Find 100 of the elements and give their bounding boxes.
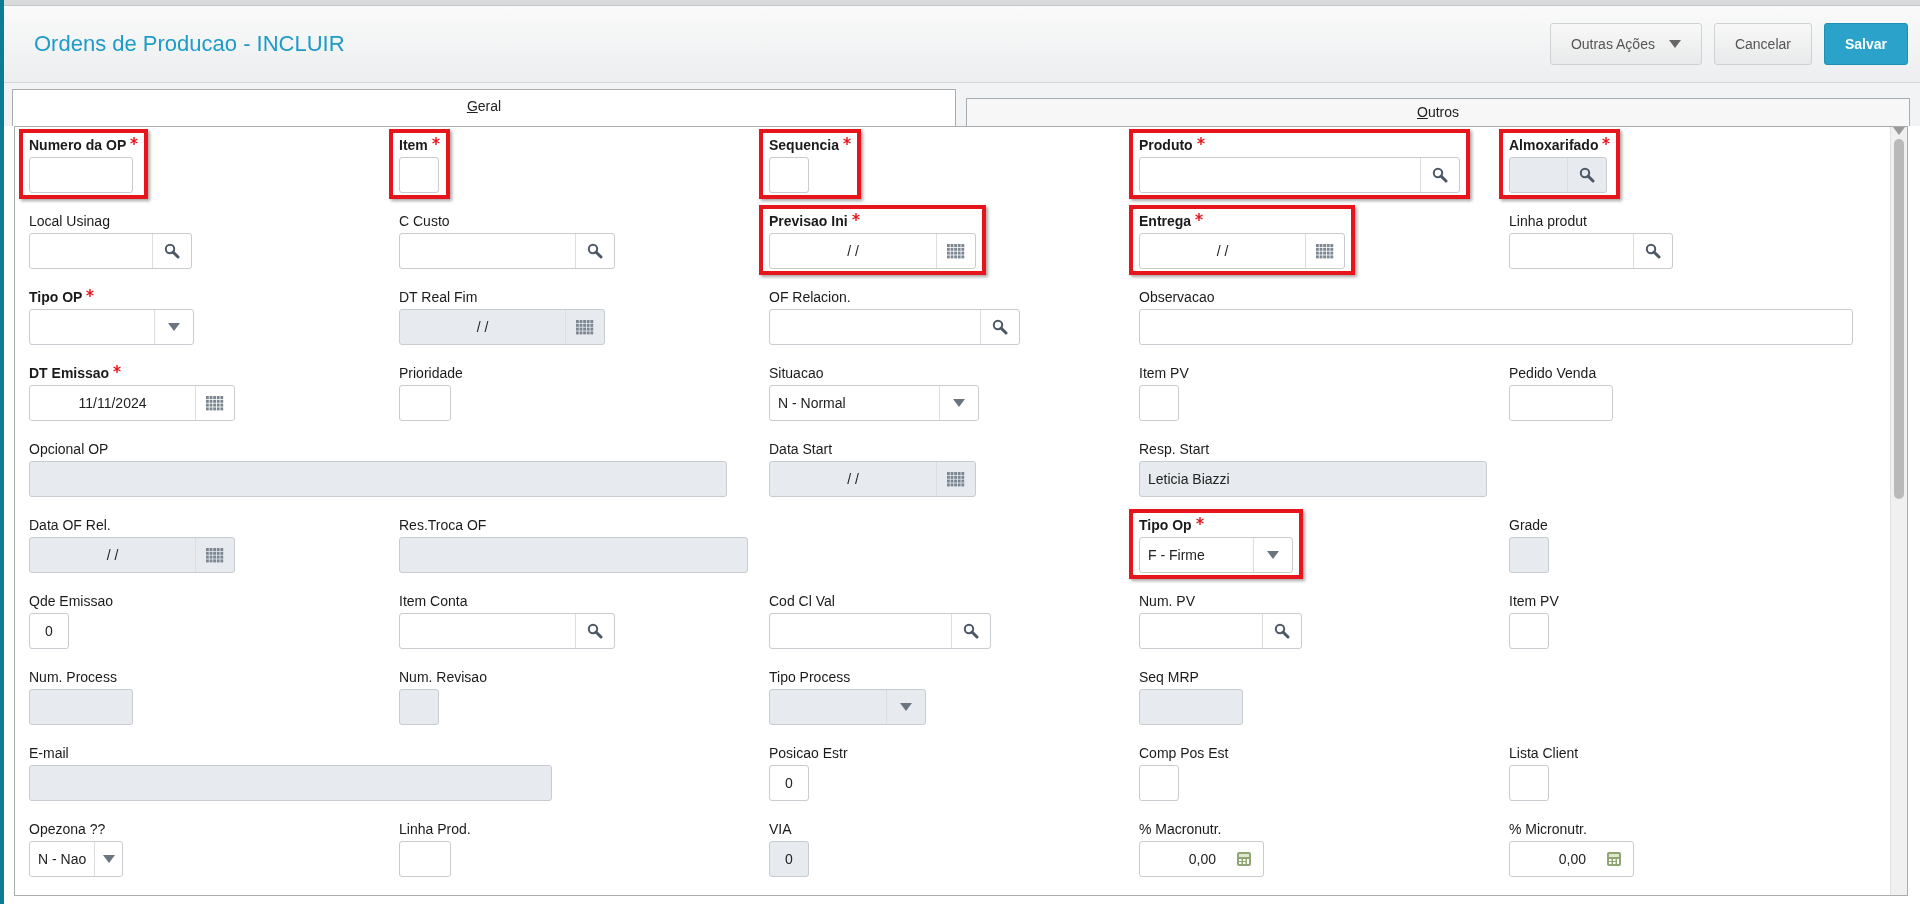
more-actions-button[interactable]: Outras Ações bbox=[1549, 23, 1702, 65]
required-mark-icon bbox=[1195, 213, 1204, 221]
search-icon[interactable] bbox=[164, 243, 180, 259]
calculator-icon[interactable] bbox=[1236, 851, 1252, 867]
search-icon[interactable] bbox=[1274, 623, 1290, 639]
calendar-icon[interactable] bbox=[1316, 243, 1334, 259]
cancel-button[interactable]: Cancelar bbox=[1713, 23, 1812, 65]
field-label: Cod Cl Val bbox=[769, 593, 836, 609]
field-label: Num. Process bbox=[29, 669, 118, 685]
field-label: Produto bbox=[1139, 137, 1460, 153]
search-icon[interactable] bbox=[992, 319, 1008, 335]
required-mark-icon bbox=[1195, 517, 1204, 525]
date-field[interactable]: 11/11/2024 bbox=[29, 385, 235, 421]
search-icon[interactable] bbox=[587, 623, 603, 639]
dropdown-field[interactable] bbox=[29, 309, 194, 345]
input-field[interactable]: 0 bbox=[29, 613, 69, 649]
field-label: Opcional OP bbox=[29, 441, 110, 457]
input-field[interactable] bbox=[1139, 385, 1179, 421]
field-label: Item PV bbox=[1139, 365, 1189, 381]
lookup-field[interactable] bbox=[399, 233, 615, 269]
field-label: Qde Emissao bbox=[29, 593, 114, 609]
calculator-icon[interactable] bbox=[1606, 851, 1622, 867]
caret-icon[interactable] bbox=[168, 323, 180, 331]
field-label: % Macronutr. bbox=[1139, 821, 1223, 837]
field-label: VIA bbox=[769, 821, 793, 837]
dropdown-field[interactable]: N - Nao bbox=[29, 841, 123, 877]
field-label: Grade bbox=[1509, 517, 1549, 533]
required-mark-icon bbox=[851, 213, 860, 221]
field-label: Comp Pos Est bbox=[1139, 745, 1229, 761]
field-label: % Micronutr. bbox=[1509, 821, 1588, 837]
input-field[interactable] bbox=[1139, 309, 1853, 345]
lookup-field[interactable] bbox=[769, 309, 1020, 345]
search-icon[interactable] bbox=[1432, 167, 1448, 183]
field-label: Seq MRP bbox=[1139, 669, 1200, 685]
search-icon[interactable] bbox=[963, 623, 979, 639]
date-field[interactable]: / / bbox=[1139, 233, 1345, 269]
input-field[interactable] bbox=[399, 841, 451, 877]
required-mark-icon bbox=[113, 365, 122, 373]
field-label: Posicao Estr bbox=[769, 745, 848, 761]
caret-icon[interactable] bbox=[1267, 551, 1279, 559]
required-mark-icon bbox=[843, 137, 852, 145]
field-label: Tipo OP bbox=[29, 289, 194, 305]
page-title: Ordens de Producao - INCLUIR bbox=[34, 31, 345, 57]
field-label: Entrega bbox=[1139, 213, 1345, 229]
input-field[interactable] bbox=[769, 157, 809, 193]
field-label: DT Real Fim bbox=[399, 289, 479, 305]
tab[interactable]: Outros bbox=[966, 98, 1910, 126]
field-label: Item bbox=[399, 137, 440, 153]
lookup-field[interactable] bbox=[29, 233, 192, 269]
required-mark-icon bbox=[86, 289, 95, 297]
field-label: Opezona ?? bbox=[29, 821, 107, 837]
input-field[interactable] bbox=[399, 157, 439, 193]
lookup-field[interactable] bbox=[769, 613, 991, 649]
lookup-field[interactable] bbox=[1509, 233, 1673, 269]
input-field[interactable] bbox=[1509, 613, 1549, 649]
required-mark-icon bbox=[1602, 137, 1611, 145]
input-field[interactable] bbox=[399, 385, 451, 421]
field-label: Resp. Start bbox=[1139, 441, 1211, 457]
tab[interactable]: Geral bbox=[12, 89, 956, 126]
field-label: E-mail bbox=[29, 745, 70, 761]
search-icon[interactable] bbox=[1645, 243, 1661, 259]
required-mark-icon bbox=[130, 137, 139, 145]
dropdown-field[interactable]: F - Firme bbox=[1139, 537, 1293, 573]
field-label: Lista Client bbox=[1509, 745, 1579, 761]
field-label: Situacao bbox=[769, 365, 825, 381]
field-label: OF Relacion. bbox=[769, 289, 852, 305]
field-label: Pedido Venda bbox=[1509, 365, 1598, 381]
input-field[interactable] bbox=[1509, 385, 1613, 421]
field-label: Prioridade bbox=[399, 365, 463, 381]
field-label: Local Usinag bbox=[29, 213, 111, 229]
date-field[interactable]: / / bbox=[769, 233, 976, 269]
caret-icon[interactable] bbox=[1668, 40, 1681, 48]
lookup-field[interactable] bbox=[1139, 157, 1460, 193]
field-label: Num. PV bbox=[1139, 593, 1196, 609]
field-label: Res.Troca OF bbox=[399, 517, 488, 533]
lookup-field[interactable] bbox=[1139, 613, 1302, 649]
search-icon[interactable] bbox=[587, 243, 603, 259]
field-label: Data Start bbox=[769, 441, 834, 457]
calendar-icon[interactable] bbox=[947, 243, 965, 259]
input-field[interactable]: 0,00 bbox=[1509, 841, 1634, 877]
field-label: Previsao Ini bbox=[769, 213, 976, 229]
caret-icon[interactable] bbox=[102, 855, 115, 863]
lookup-field[interactable] bbox=[399, 613, 615, 649]
field-label: Data OF Rel. bbox=[29, 517, 112, 533]
field-label: Linha Prod. bbox=[399, 821, 471, 837]
scrollbar[interactable] bbox=[1890, 127, 1907, 895]
field-label: Tipo Op bbox=[1139, 517, 1293, 533]
input-field[interactable] bbox=[1139, 765, 1179, 801]
field-label: Observacao bbox=[1139, 289, 1216, 305]
field-label: Almoxarifado bbox=[1509, 137, 1611, 153]
field-label: Tipo Process bbox=[769, 669, 852, 685]
input-field[interactable]: 0,00 bbox=[1139, 841, 1264, 877]
field-label: Item PV bbox=[1509, 593, 1559, 609]
input-field[interactable] bbox=[29, 157, 133, 193]
caret-icon[interactable] bbox=[953, 399, 965, 407]
field-label: C Custo bbox=[399, 213, 451, 229]
input-field[interactable]: 0 bbox=[769, 765, 809, 801]
input-field[interactable] bbox=[1509, 765, 1549, 801]
calendar-icon[interactable] bbox=[206, 395, 224, 411]
dropdown-field[interactable]: N - Normal bbox=[769, 385, 979, 421]
